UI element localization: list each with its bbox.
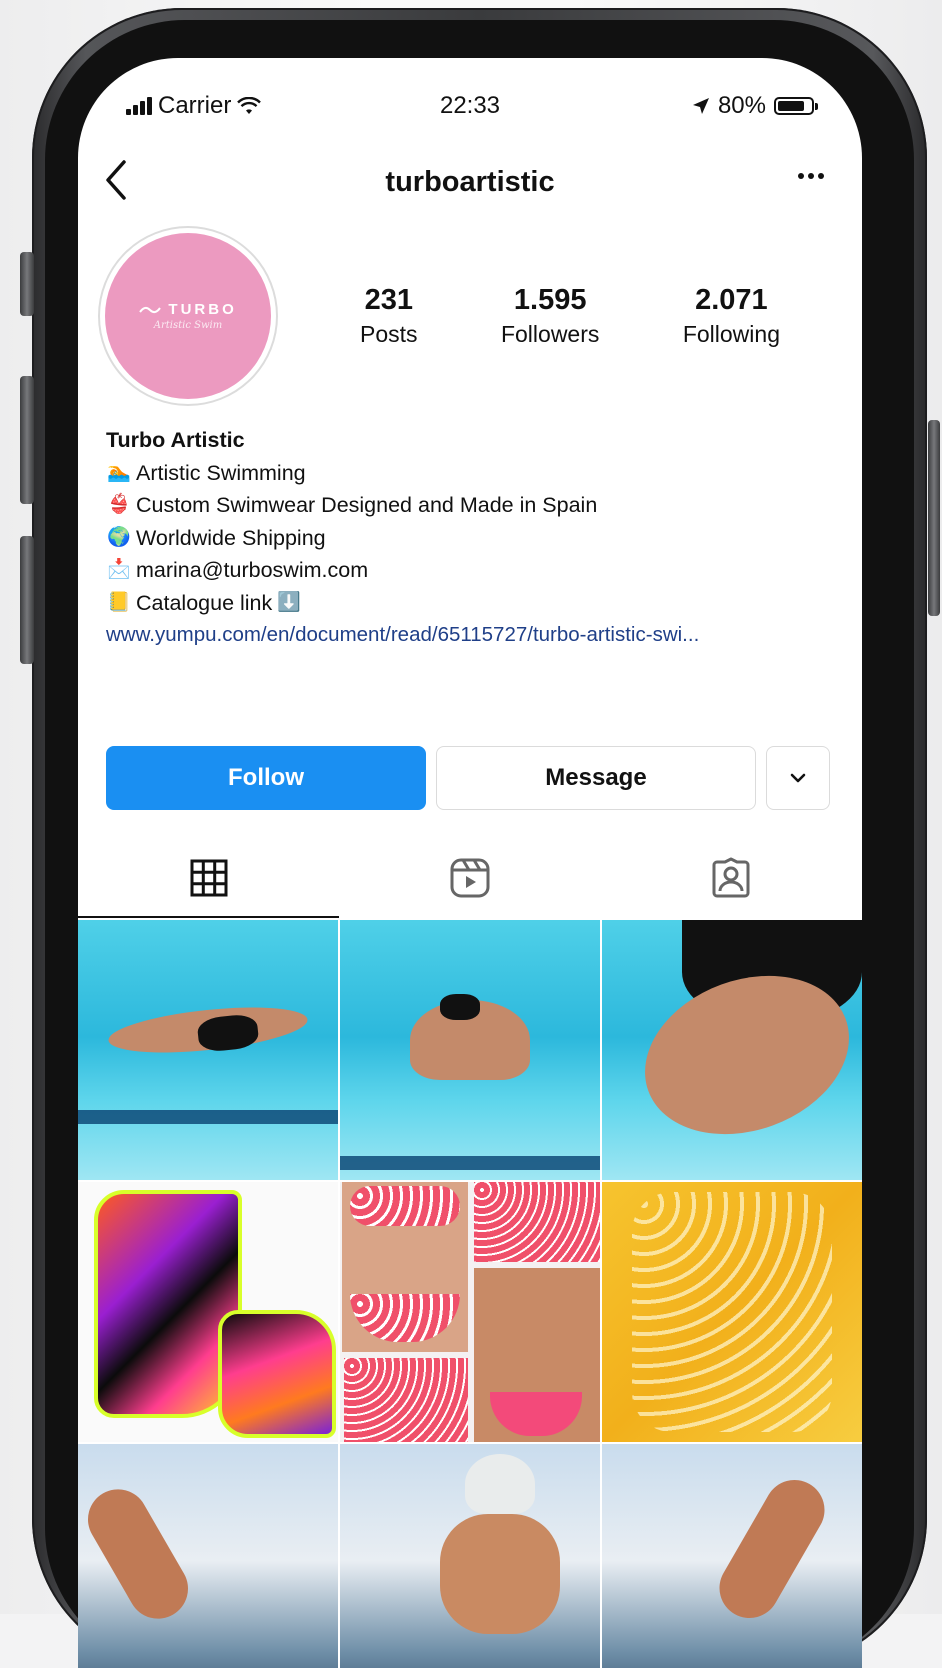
bio-email[interactable]: marina@turboswim.com xyxy=(136,554,368,587)
stat-following[interactable]: 2.071 Following xyxy=(683,284,780,348)
profile-tabs xyxy=(78,838,862,918)
pool-lane-line xyxy=(78,1110,338,1124)
avatar-script-text: Artistic Swim xyxy=(153,320,223,331)
posts-grid xyxy=(78,920,862,1668)
phone-screen: Carrier 22:33 80% turboartistic TURBO Ar… xyxy=(78,58,862,1668)
envelope-icon: 📩 xyxy=(107,559,131,580)
volume-down-button xyxy=(20,536,34,664)
stat-label: Following xyxy=(682,321,780,347)
bio-line: 🌍 Worldwide Shipping xyxy=(106,522,846,555)
more-options-button[interactable] xyxy=(796,160,826,198)
ledger-icon: 📒 xyxy=(107,591,131,613)
pink-fabric xyxy=(344,1358,468,1442)
down-arrow-icon: ⬇️ xyxy=(277,591,302,613)
swimmer-figure xyxy=(440,1514,560,1634)
swimsuit xyxy=(440,994,480,1020)
more-icon xyxy=(798,173,824,179)
pink-fabric xyxy=(474,1182,600,1262)
profile-bio: Turbo Artistic 🏊 Artistic Swimming 👙 Custo… xyxy=(106,424,846,652)
swimmer-icon: 🏊 xyxy=(107,461,131,483)
pink-bikini-top xyxy=(350,1186,460,1226)
profile-display-name: Turbo Artistic xyxy=(106,428,245,452)
status-bar: Carrier 22:33 80% xyxy=(78,88,862,128)
stat-value: 1.595 xyxy=(513,284,587,316)
swimmer-arm xyxy=(78,1478,199,1630)
message-button[interactable]: Message xyxy=(436,746,756,810)
suggested-accounts-button[interactable] xyxy=(766,746,830,810)
post-thumbnail[interactable] xyxy=(78,1444,338,1668)
mute-switch xyxy=(20,252,34,316)
tab-tagged[interactable] xyxy=(601,838,862,918)
avatar-brand-logo: TURBO xyxy=(139,301,237,318)
battery-indicator: 80% xyxy=(692,92,818,120)
yellow-swimsuit-pattern xyxy=(632,1192,832,1432)
post-thumbnail[interactable] xyxy=(340,1444,600,1668)
profile-username: turboartistic xyxy=(385,166,555,198)
post-thumbnail[interactable] xyxy=(78,1182,338,1442)
pool-lane-line xyxy=(340,1156,600,1170)
tagged-icon xyxy=(712,857,750,898)
profile-actions: Follow Message xyxy=(106,746,832,810)
grid-icon xyxy=(190,859,228,897)
swimmer-arm xyxy=(708,1469,836,1629)
power-button xyxy=(928,420,940,616)
post-thumbnail[interactable] xyxy=(602,920,862,1180)
tab-posts-grid[interactable] xyxy=(78,838,340,918)
chevron-down-icon xyxy=(790,773,806,783)
bio-line: 📩 marina@turboswim.com xyxy=(106,554,846,587)
tab-reels[interactable] xyxy=(339,838,600,918)
post-thumbnail[interactable] xyxy=(602,1182,862,1442)
post-thumbnail[interactable] xyxy=(602,1444,862,1668)
location-arrow-icon xyxy=(692,98,709,114)
stat-value: 231 xyxy=(364,284,413,316)
bio-line: 👙 Custom Swimwear Designed and Made in Sp… xyxy=(106,489,846,522)
bikini-icon: 👙 xyxy=(107,494,131,515)
stat-label: Posts xyxy=(360,321,418,347)
bio-website-link[interactable]: www.yumpu.com/en/document/read/65115727/… xyxy=(106,619,846,652)
stat-posts[interactable]: 231 Posts xyxy=(360,284,418,348)
profile-avatar-button[interactable]: TURBO Artistic Swim xyxy=(98,226,278,406)
wave-icon xyxy=(139,306,162,314)
swim-cap xyxy=(465,1454,535,1514)
avatar: TURBO Artistic Swim xyxy=(105,233,271,399)
stat-label: Followers xyxy=(500,321,600,347)
post-thumbnail[interactable] xyxy=(340,1182,600,1442)
post-thumbnail[interactable] xyxy=(340,920,600,1180)
profile-stats: 231 Posts 1.595 Followers 2.071 Followin… xyxy=(360,284,780,348)
battery-icon xyxy=(774,97,818,115)
stat-followers[interactable]: 1.595 Followers xyxy=(501,284,599,348)
reels-icon xyxy=(450,858,490,898)
post-thumbnail[interactable] xyxy=(78,920,338,1180)
follow-button[interactable]: Follow xyxy=(106,746,426,810)
globe-icon: 🌍 xyxy=(107,526,131,548)
bio-line: 🏊 Artistic Swimming xyxy=(106,457,846,490)
profile-nav-bar: turboartistic xyxy=(78,158,862,208)
battery-percent: 80% xyxy=(717,92,766,119)
bio-line: 📒 Catalogue link ⬇️ xyxy=(106,587,846,620)
neon-swimsuit xyxy=(218,1310,336,1438)
stat-value: 2.071 xyxy=(695,284,768,316)
volume-up-button xyxy=(20,376,34,504)
